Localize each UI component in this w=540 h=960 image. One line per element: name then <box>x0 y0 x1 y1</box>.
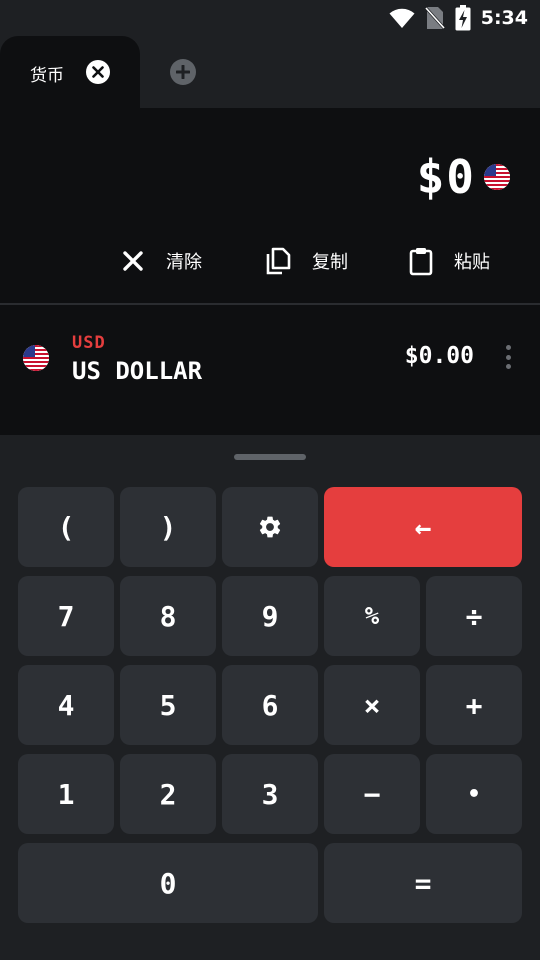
clear-label: 清除 <box>166 252 202 273</box>
clipboard-icon <box>409 248 433 276</box>
key-open-paren[interactable]: ( <box>18 487 114 567</box>
add-circle-icon[interactable] <box>170 59 196 85</box>
key-backspace[interactable]: ← <box>324 487 522 567</box>
key-8[interactable]: 8 <box>120 576 216 656</box>
copy-button[interactable]: 复制 <box>264 244 348 278</box>
display-panel: $0 清除 复制 粘贴 <box>0 108 540 303</box>
key-close-paren[interactable]: ) <box>120 487 216 567</box>
key-4[interactable]: 4 <box>18 665 114 745</box>
close-icon <box>123 251 143 271</box>
amount-display: $0 <box>416 150 476 204</box>
key-1[interactable]: 1 <box>18 754 114 834</box>
tab-currency[interactable]: 货币 <box>0 36 140 108</box>
key-9[interactable]: 9 <box>222 576 318 656</box>
key-0[interactable]: 0 <box>18 843 318 923</box>
gear-icon <box>259 516 281 538</box>
copy-icon <box>266 247 291 275</box>
key-decimal[interactable]: • <box>426 754 522 834</box>
paste-label: 粘贴 <box>454 252 490 273</box>
key-multiply[interactable]: × <box>324 665 420 745</box>
key-3[interactable]: 3 <box>222 754 318 834</box>
key-5[interactable]: 5 <box>120 665 216 745</box>
close-circle-icon[interactable] <box>86 60 110 84</box>
key-7[interactable]: 7 <box>18 576 114 656</box>
wifi-icon <box>389 8 415 28</box>
clear-button[interactable]: 清除 <box>120 244 202 278</box>
key-divide[interactable]: ÷ <box>426 576 522 656</box>
status-bar: 5:34 <box>0 0 540 36</box>
currency-name: US DOLLAR <box>72 357 203 385</box>
tab-label: 货币 <box>30 66 64 86</box>
currency-row-usd[interactable]: USD US DOLLAR $0.00 <box>0 305 540 435</box>
status-time: 5:34 <box>480 7 528 29</box>
key-minus[interactable]: − <box>324 754 420 834</box>
key-plus[interactable]: + <box>426 665 522 745</box>
battery-charging-icon <box>455 5 471 31</box>
key-2[interactable]: 2 <box>120 754 216 834</box>
us-flag-icon <box>484 164 510 190</box>
key-percent[interactable]: % <box>324 576 420 656</box>
amount-row: $0 <box>417 150 510 204</box>
copy-label: 复制 <box>312 252 348 273</box>
currency-value: $0.00 <box>404 343 474 369</box>
key-6[interactable]: 6 <box>222 665 318 745</box>
no-sim-icon <box>424 6 445 30</box>
key-equals[interactable]: = <box>324 843 522 923</box>
more-vert-icon[interactable] <box>504 345 512 369</box>
settings-button[interactable] <box>222 487 318 567</box>
currency-code: USD <box>72 333 106 353</box>
paste-button[interactable]: 粘贴 <box>408 244 490 278</box>
drag-handle[interactable] <box>234 454 306 460</box>
tab-bar: 货币 <box>0 36 540 108</box>
status-icons: 5:34 <box>389 4 528 32</box>
us-flag-icon <box>23 345 49 371</box>
keypad: ( ) ← 7 8 9 % ÷ 4 5 6 × + 1 2 3 − • 0 = <box>0 435 540 960</box>
